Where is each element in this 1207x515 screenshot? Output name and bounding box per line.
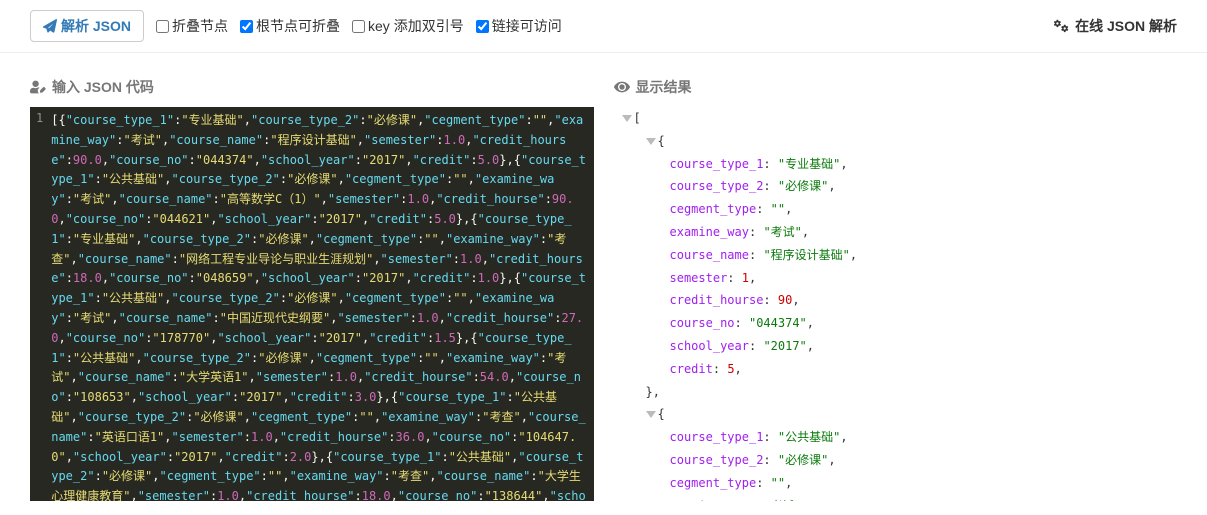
viewer-property: course_type_2: "必修课", bbox=[670, 449, 1178, 472]
viewer-property: course_type_1: "公共基础", bbox=[670, 426, 1178, 449]
viewer-property: cegment_type: "", bbox=[670, 472, 1178, 495]
viewer-object[interactable]: { bbox=[646, 130, 1178, 153]
json-editor[interactable]: 1 [{"course_type_1":"专业基础","course_type_… bbox=[30, 107, 594, 501]
viewer-property: course_name: "程序设计基础", bbox=[670, 244, 1178, 267]
input-panel: 输入 JSON 代码 1 [{"course_type_1":"专业基础","c… bbox=[30, 77, 594, 501]
parse-json-button[interactable]: 解析 JSON bbox=[30, 10, 144, 42]
paper-plane-icon bbox=[43, 19, 57, 33]
viewer-property: semester: 1, bbox=[670, 267, 1178, 290]
toolbar-option-checkbox-0[interactable] bbox=[156, 20, 169, 33]
user-edit-icon bbox=[30, 79, 46, 95]
viewer-object-end: }, bbox=[646, 381, 1178, 404]
toolbar-option-checkbox-3[interactable] bbox=[476, 20, 489, 33]
toolbar: 解析 JSON 折叠节点根节点可折叠 key 添加双引号链接可访问 在线 JSON… bbox=[0, 0, 1207, 53]
toolbar-option-checkbox-1[interactable] bbox=[240, 20, 253, 33]
editor-gutter: 1 bbox=[30, 107, 51, 501]
viewer-root[interactable]: [ bbox=[622, 107, 1178, 130]
viewer-property: cegment_type: "", bbox=[670, 198, 1178, 221]
viewer-property: examine_way: "考试", bbox=[670, 221, 1178, 244]
result-panel-header: 显示结果 bbox=[614, 77, 1178, 97]
viewer-property: course_type_2: "必修课", bbox=[670, 175, 1178, 198]
collapse-toggle-icon[interactable] bbox=[622, 115, 632, 122]
collapse-toggle-icon[interactable] bbox=[646, 411, 656, 418]
result-panel: 显示结果 [{course_type_1: "专业基础",course_type… bbox=[614, 77, 1178, 501]
editor-code[interactable]: [{"course_type_1":"专业基础","course_type_2"… bbox=[51, 107, 593, 501]
viewer-property: course_type_1: "专业基础", bbox=[670, 153, 1178, 176]
toolbar-option-checkbox-2[interactable] bbox=[352, 20, 365, 33]
viewer-property: credit: 5, bbox=[670, 358, 1178, 381]
gears-icon bbox=[1053, 18, 1069, 34]
viewer-object[interactable]: { bbox=[646, 403, 1178, 426]
collapse-toggle-icon[interactable] bbox=[646, 138, 656, 145]
json-viewer[interactable]: [{course_type_1: "专业基础",course_type_2: "… bbox=[614, 107, 1178, 501]
viewer-property: school_year: "2017", bbox=[670, 335, 1178, 358]
toolbar-option-2[interactable]: key 添加双引号 bbox=[348, 18, 464, 34]
toolbar-option-3[interactable]: 链接可访问 bbox=[472, 18, 562, 34]
eye-icon bbox=[614, 79, 630, 95]
page-title: 在线 JSON 解析 bbox=[1053, 16, 1177, 36]
parse-json-button-label: 解析 JSON bbox=[61, 16, 131, 36]
viewer-property: course_no: "044374", bbox=[670, 312, 1178, 335]
toolbar-option-0[interactable]: 折叠节点 bbox=[152, 18, 228, 34]
toolbar-option-1[interactable]: 根节点可折叠 bbox=[236, 18, 340, 34]
viewer-property: examine_way: "考试", bbox=[670, 495, 1178, 501]
input-panel-header: 输入 JSON 代码 bbox=[30, 77, 594, 97]
viewer-property: credit_hourse: 90, bbox=[670, 289, 1178, 312]
